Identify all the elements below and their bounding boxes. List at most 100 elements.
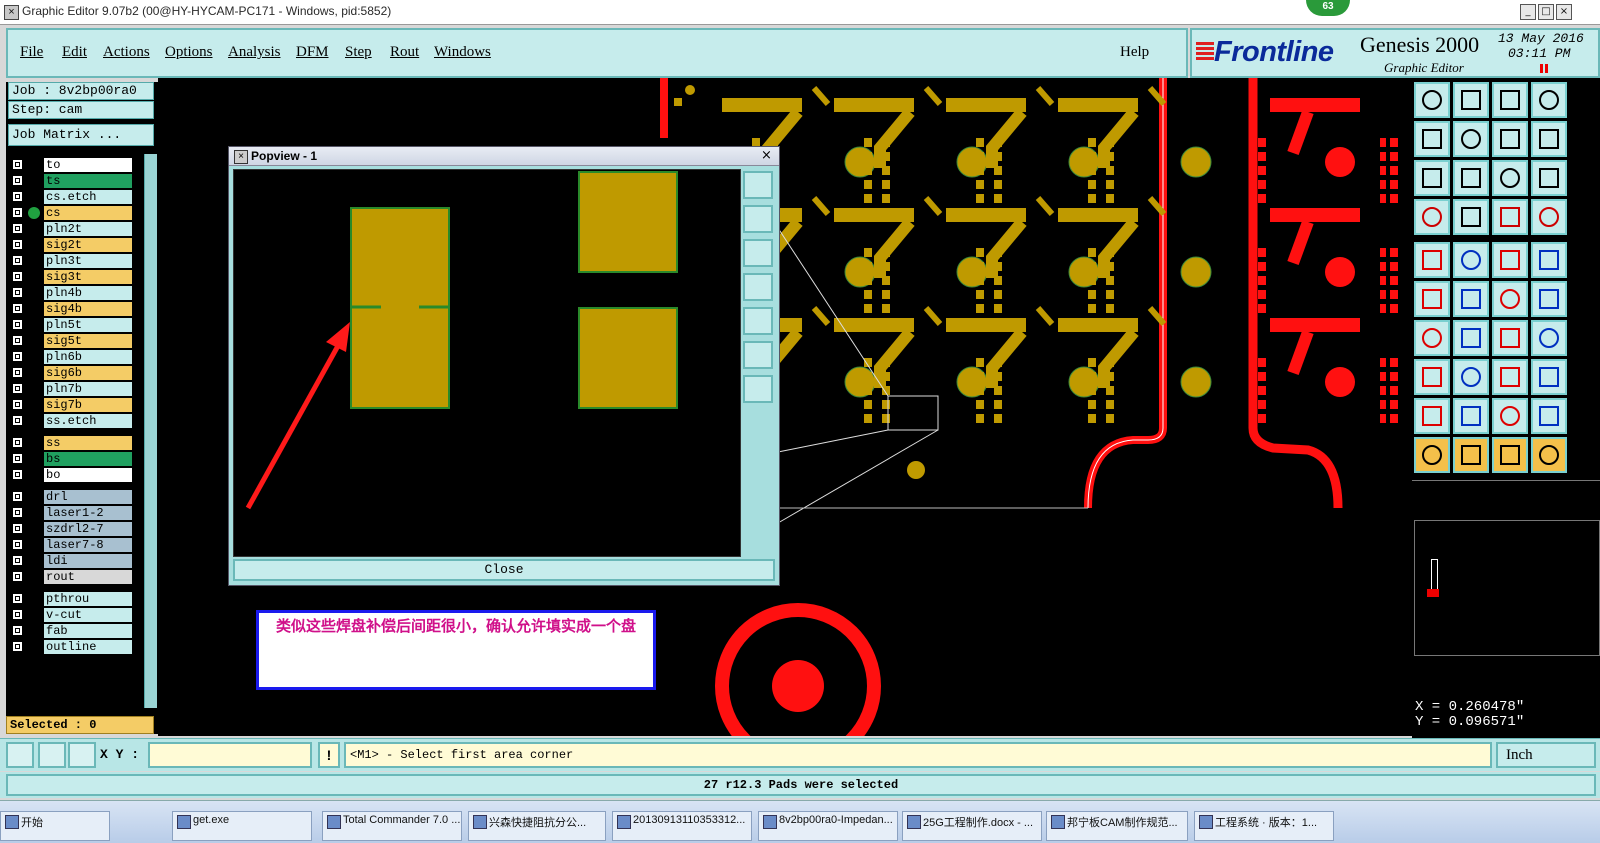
layer-row-fab[interactable]: fab <box>8 624 144 638</box>
layer-row-sig2t[interactable]: sig2t <box>8 238 144 252</box>
rotate-tool-button[interactable] <box>1492 320 1528 356</box>
layer-row-cs.etch[interactable]: cs.etch <box>8 190 144 204</box>
zoom-extents-button[interactable] <box>1414 160 1450 196</box>
layer-row-pln7b[interactable]: pln7b <box>8 382 144 396</box>
popview-close-icon[interactable]: × <box>759 148 774 163</box>
layer-row-outline[interactable]: outline <box>8 640 144 654</box>
slope-tool-button[interactable] <box>1453 320 1489 356</box>
layer-checkbox[interactable] <box>12 641 23 652</box>
layer-checkbox[interactable] <box>12 367 23 378</box>
step-down-button[interactable] <box>1453 82 1489 118</box>
group-tool-button[interactable] <box>1531 359 1567 395</box>
cross-select-button[interactable] <box>1453 281 1489 317</box>
taskbar-item[interactable]: get.exe <box>172 811 312 841</box>
ruler-button[interactable] <box>1492 242 1528 278</box>
popview-title-bar[interactable]: × Popview - 1 × <box>229 147 779 166</box>
layer-checkbox[interactable] <box>12 415 23 426</box>
menu-dfm[interactable]: DFM <box>296 44 329 61</box>
drill-tool-button[interactable] <box>1453 199 1489 235</box>
mini-preview[interactable] <box>1414 520 1600 656</box>
layer-row-pln5t[interactable]: pln5t <box>8 318 144 332</box>
taskbar-item[interactable]: 邦宁板CAM制作规范... <box>1046 811 1188 841</box>
layer-toggle-button[interactable] <box>1531 199 1567 235</box>
connect-nodes-button[interactable] <box>1414 281 1450 317</box>
fillet-tool-button[interactable] <box>1531 320 1567 356</box>
menu-help[interactable]: Help <box>1120 44 1149 61</box>
app-icon[interactable]: × <box>4 5 19 20</box>
actual-size-button[interactable] <box>1492 160 1528 196</box>
layer-row-pln4b[interactable]: pln4b <box>8 286 144 300</box>
start-button[interactable]: 开始 <box>0 811 110 841</box>
layer-checkbox[interactable] <box>12 399 23 410</box>
layer-list-scrollbar[interactable] <box>144 154 157 708</box>
layer-row-laser1-2[interactable]: laser1-2 <box>8 506 144 520</box>
step-right-button[interactable] <box>1453 121 1489 157</box>
measure-tool-button[interactable] <box>6 742 34 768</box>
layer-checkbox[interactable] <box>12 469 23 480</box>
layer-row-ss[interactable]: ss <box>8 436 144 450</box>
popview-close-button[interactable]: Close <box>233 559 775 581</box>
layer-row-rout[interactable]: rout <box>8 570 144 584</box>
grid-tool-button[interactable] <box>68 742 96 768</box>
layer-row-pln3t[interactable]: pln3t <box>8 254 144 268</box>
layer-checkbox[interactable] <box>12 191 23 202</box>
help-button[interactable] <box>1531 160 1567 196</box>
layer-checkbox[interactable] <box>12 159 23 170</box>
layer-checkbox[interactable] <box>12 609 23 620</box>
layer-checkbox[interactable] <box>12 319 23 330</box>
taskbar-item[interactable]: 工程系统 · 版本：1... <box>1194 811 1334 841</box>
layer-row-pthrou[interactable]: pthrou <box>8 592 144 606</box>
layer-checkbox[interactable] <box>12 383 23 394</box>
layer-row-bs[interactable]: bs <box>8 452 144 466</box>
unit-selector[interactable]: Inch <box>1496 742 1596 768</box>
pointer-button[interactable] <box>1414 437 1450 473</box>
layer-row-v-cut[interactable]: v-cut <box>8 608 144 622</box>
layer-checkbox[interactable] <box>12 453 23 464</box>
layer-row-sig4b[interactable]: sig4b <box>8 302 144 316</box>
mountain-tool-button[interactable] <box>1414 398 1450 434</box>
popview-zoom-fit-button[interactable] <box>743 171 773 199</box>
taskbar-item[interactable]: Total Commander 7.0 ... <box>322 811 462 841</box>
layer-row-bo[interactable]: bo <box>8 468 144 482</box>
taskbar-item[interactable]: 25G工程制作.docx - ... <box>902 811 1042 841</box>
job-matrix-button[interactable]: Job Matrix ... <box>8 124 154 146</box>
layer-row-laser7-8[interactable]: laser7-8 <box>8 538 144 552</box>
minus-tool-button[interactable] <box>1453 359 1489 395</box>
layer-checkbox[interactable] <box>12 271 23 282</box>
layer-row-pln2t[interactable]: pln2t <box>8 222 144 236</box>
move-point-button[interactable] <box>1492 281 1528 317</box>
taskbar-item[interactable]: 20130913110353312... <box>612 811 752 841</box>
popview-zoom-in-button[interactable] <box>743 341 773 369</box>
layer-checkbox[interactable] <box>12 207 23 218</box>
popview-canvas[interactable] <box>233 169 741 557</box>
menu-actions[interactable]: Actions <box>103 44 150 61</box>
layer-row-ss.etch[interactable]: ss.etch <box>8 414 144 428</box>
step-fit-button[interactable] <box>1492 121 1528 157</box>
traffic-light-button[interactable] <box>1492 199 1528 235</box>
pointer-box-button[interactable] <box>1453 437 1489 473</box>
step-home-button[interactable] <box>1414 82 1450 118</box>
close-button[interactable]: × <box>1556 4 1572 20</box>
snap-tool-button[interactable] <box>38 742 66 768</box>
menu-options[interactable]: Options <box>165 44 213 61</box>
layer-row-drl[interactable]: drl <box>8 490 144 504</box>
layer-checkbox[interactable] <box>12 507 23 518</box>
layer-checkbox[interactable] <box>12 437 23 448</box>
select-pad-button[interactable] <box>1414 242 1450 278</box>
select-rect-button[interactable] <box>1414 359 1450 395</box>
layer-row-ldi[interactable]: ldi <box>8 554 144 568</box>
layer-checkbox[interactable] <box>12 223 23 234</box>
minimize-button[interactable]: _ <box>1520 4 1536 20</box>
popview-pan-up-button[interactable] <box>743 205 773 233</box>
menu-file[interactable]: File <box>20 44 43 61</box>
layer-checkbox[interactable] <box>12 555 23 566</box>
maximize-button[interactable]: □ <box>1538 4 1554 20</box>
angle-tool-button[interactable] <box>1414 320 1450 356</box>
layer-checkbox[interactable] <box>12 491 23 502</box>
step-window-button[interactable] <box>1531 82 1567 118</box>
line-color-button[interactable] <box>1453 242 1489 278</box>
layer-checkbox[interactable] <box>12 335 23 346</box>
layer-checkbox[interactable] <box>12 239 23 250</box>
layer-row-sig7b[interactable]: sig7b <box>8 398 144 412</box>
menu-step[interactable]: Step <box>345 44 372 61</box>
